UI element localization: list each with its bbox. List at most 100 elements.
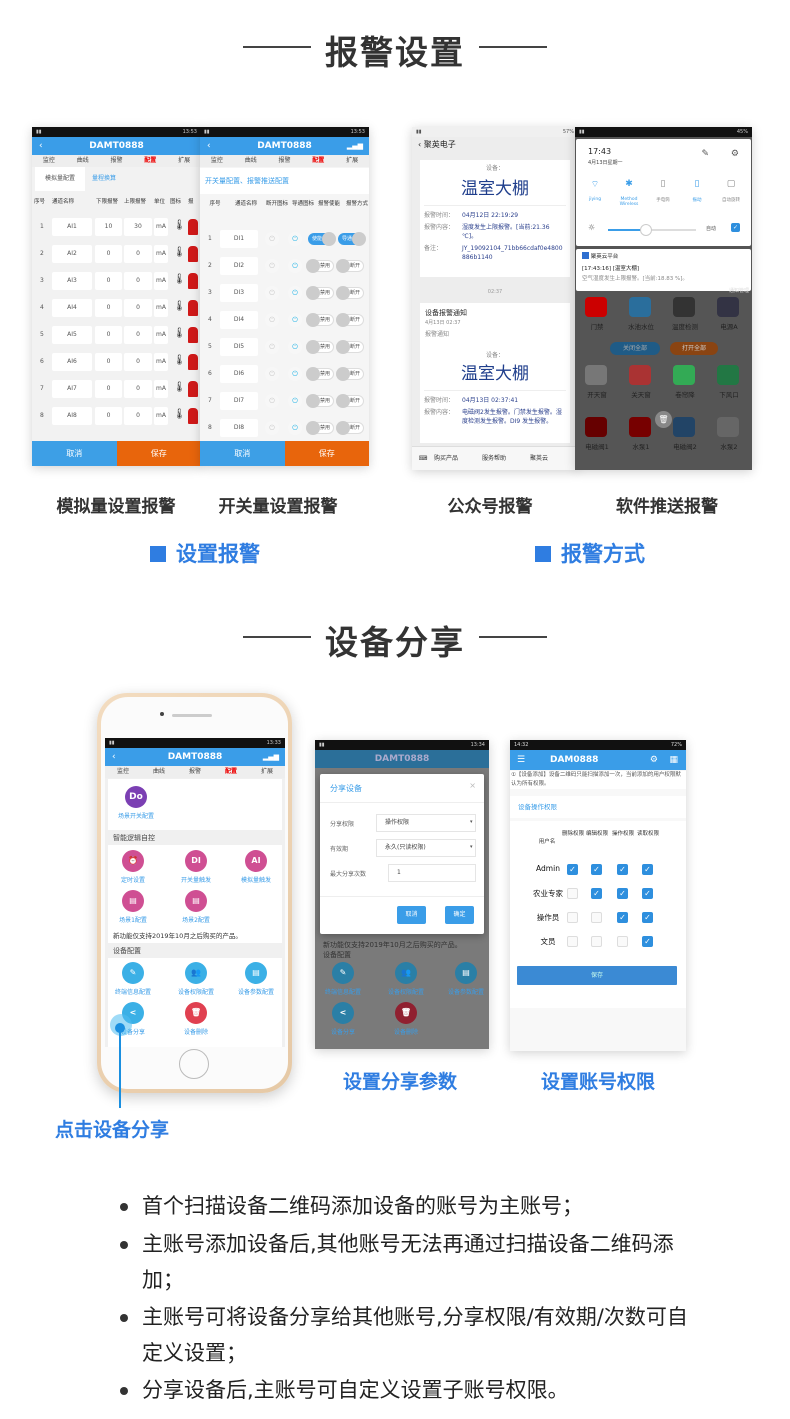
cancel-button[interactable]: 取消 xyxy=(200,441,285,466)
config-item-设备参数配置[interactable]: 设备参数配置 xyxy=(436,987,489,996)
config-item-设备删除[interactable]: 设备删除 xyxy=(166,1027,226,1036)
config-icon[interactable]: ✎ xyxy=(122,962,144,984)
thermometer-icon[interactable]: 🌡 xyxy=(173,247,186,258)
save-button[interactable]: 保存 xyxy=(517,966,677,985)
permission-checkbox[interactable]: ✓ xyxy=(617,912,628,923)
config-item-设备删除[interactable]: 设备删除 xyxy=(376,1027,436,1036)
quick-toggle-icon[interactable]: ▢ xyxy=(720,179,742,189)
app-tile-label[interactable]: 电磁阀1 xyxy=(575,441,619,451)
config-icon[interactable]: ▤ xyxy=(122,890,144,912)
channel-name-input[interactable]: AI6 xyxy=(52,353,92,371)
config-icon[interactable]: DI xyxy=(185,850,207,872)
thermometer-icon[interactable]: 🌡 xyxy=(173,328,186,339)
alarm-light-icon[interactable] xyxy=(188,300,198,316)
config-item-定时设置[interactable]: 定时设置 xyxy=(105,875,163,884)
permission-checkbox[interactable]: ✓ xyxy=(617,864,628,875)
channel-name-input[interactable]: DI7 xyxy=(220,392,258,410)
alarm-light-icon[interactable] xyxy=(188,327,198,343)
config-item-开关量触发[interactable]: 开关量触发 xyxy=(166,875,226,884)
channel-name-input[interactable]: AI3 xyxy=(52,272,92,290)
tab-扩展[interactable]: 扩展 xyxy=(249,766,285,778)
off-icon[interactable]: ⏻ xyxy=(265,340,279,354)
thermometer-icon[interactable]: 🌡 xyxy=(173,301,186,312)
scene-switch-config[interactable]: 场景开关配置 xyxy=(106,811,166,820)
alarm-light-icon[interactable] xyxy=(188,273,198,289)
tab-报警[interactable]: 报警 xyxy=(100,155,134,167)
app-tile-icon[interactable] xyxy=(673,417,695,437)
permission-checkbox[interactable]: ✓ xyxy=(642,912,653,923)
alarm-light-icon[interactable] xyxy=(188,354,198,370)
keyboard-icon[interactable]: ⌨ xyxy=(412,447,434,470)
on-icon[interactable]: ⏻ xyxy=(288,259,302,273)
config-item-设备权限配置[interactable]: 设备权限配置 xyxy=(376,987,436,996)
config-icon[interactable]: 👥 xyxy=(185,962,207,984)
off-icon[interactable]: ⏻ xyxy=(265,421,279,435)
field-input[interactable]: 永久(只读权限) xyxy=(376,839,476,857)
on-icon[interactable]: ⏻ xyxy=(288,286,302,300)
alarm-light-icon[interactable] xyxy=(188,381,198,397)
config-icon[interactable]: AI xyxy=(245,850,267,872)
back-icon[interactable]: ‹ xyxy=(207,137,211,155)
permission-checkbox[interactable]: ✓ xyxy=(567,864,578,875)
channel-name-input[interactable]: AI4 xyxy=(52,299,92,317)
menu-cloud[interactable]: 聚英云 xyxy=(530,447,578,470)
channel-name-input[interactable]: AI5 xyxy=(52,326,92,344)
tab-扩展[interactable]: 扩展 xyxy=(335,155,369,167)
config-item-设备权限配置[interactable]: 设备权限配置 xyxy=(166,987,226,996)
off-icon[interactable]: ⏻ xyxy=(265,313,279,327)
on-icon[interactable]: ⏻ xyxy=(288,367,302,381)
app-tile-label[interactable]: 开天窗 xyxy=(575,389,619,399)
tab-扩展[interactable]: 扩展 xyxy=(167,155,201,167)
app-tile-icon[interactable] xyxy=(585,365,607,385)
settings-icon[interactable]: ⚙ xyxy=(650,750,658,770)
tab-曲线[interactable]: 曲线 xyxy=(66,155,100,167)
off-icon[interactable]: ⏻ xyxy=(265,232,279,246)
low-alarm-input[interactable]: 10 xyxy=(95,218,122,236)
cancel-button[interactable]: 取消 xyxy=(32,441,117,466)
permission-checkbox[interactable]: ✓ xyxy=(591,888,602,899)
on-icon[interactable]: ⏻ xyxy=(288,232,302,246)
brightness-slider[interactable] xyxy=(608,224,696,236)
high-alarm-input[interactable]: 0 xyxy=(124,380,152,398)
app-tile-label[interactable]: 温度检测 xyxy=(663,321,707,331)
cancel-button[interactable]: 取消 xyxy=(397,906,426,924)
notice-manage-tag[interactable]: 通知管理 xyxy=(729,287,749,294)
field-input[interactable]: 操作权限 xyxy=(376,814,476,832)
confirm-button[interactable]: 确定 xyxy=(445,906,474,924)
tab-监控[interactable]: 监控 xyxy=(200,155,234,167)
app-tile-icon[interactable] xyxy=(673,365,695,385)
quick-toggle-icon[interactable]: ▯ xyxy=(652,179,674,189)
channel-name-input[interactable]: DI6 xyxy=(220,365,258,383)
high-alarm-input[interactable]: 30 xyxy=(124,218,152,236)
off-icon[interactable]: ⏻ xyxy=(265,259,279,273)
low-alarm-input[interactable]: 0 xyxy=(95,353,122,371)
app-tile-icon[interactable] xyxy=(673,297,695,317)
config-item-场景1配置[interactable]: 场景1配置 xyxy=(105,915,163,924)
thermometer-icon[interactable]: 🌡 xyxy=(173,355,186,366)
channel-name-input[interactable]: AI1 xyxy=(52,218,92,236)
permission-checkbox[interactable] xyxy=(567,912,578,923)
channel-name-input[interactable]: AI2 xyxy=(52,245,92,263)
low-alarm-input[interactable]: 0 xyxy=(95,326,122,344)
close-icon[interactable]: × xyxy=(469,781,476,790)
home-button[interactable] xyxy=(179,1049,209,1079)
low-alarm-input[interactable]: 0 xyxy=(95,407,122,425)
alarm-light-icon[interactable] xyxy=(188,219,198,235)
config-item-模拟量触发[interactable]: 模拟量触发 xyxy=(226,875,285,884)
edit-icon[interactable]: ✎ xyxy=(701,149,709,159)
permission-checkbox[interactable] xyxy=(591,936,602,947)
app-tile-icon[interactable] xyxy=(629,365,651,385)
channel-name-input[interactable]: DI3 xyxy=(220,284,258,302)
app-tile-label[interactable]: 电源A xyxy=(707,321,751,331)
trash-icon[interactable]: 🗑 xyxy=(655,411,672,428)
high-alarm-input[interactable]: 0 xyxy=(124,353,152,371)
config-item-终端信息配置[interactable]: 终端信息配置 xyxy=(105,987,163,996)
quick-toggle-icon[interactable]: ✱ xyxy=(618,179,640,189)
tab-监控[interactable]: 监控 xyxy=(32,155,66,167)
tab-配置[interactable]: 配置 xyxy=(133,155,167,167)
tab-配置[interactable]: 配置 xyxy=(213,766,249,778)
app-tile-label[interactable]: 水泵1 xyxy=(619,441,663,451)
low-alarm-input[interactable]: 0 xyxy=(95,380,122,398)
app-tile-icon[interactable] xyxy=(717,417,739,437)
open-all-button[interactable]: 打开全部 xyxy=(670,342,718,355)
